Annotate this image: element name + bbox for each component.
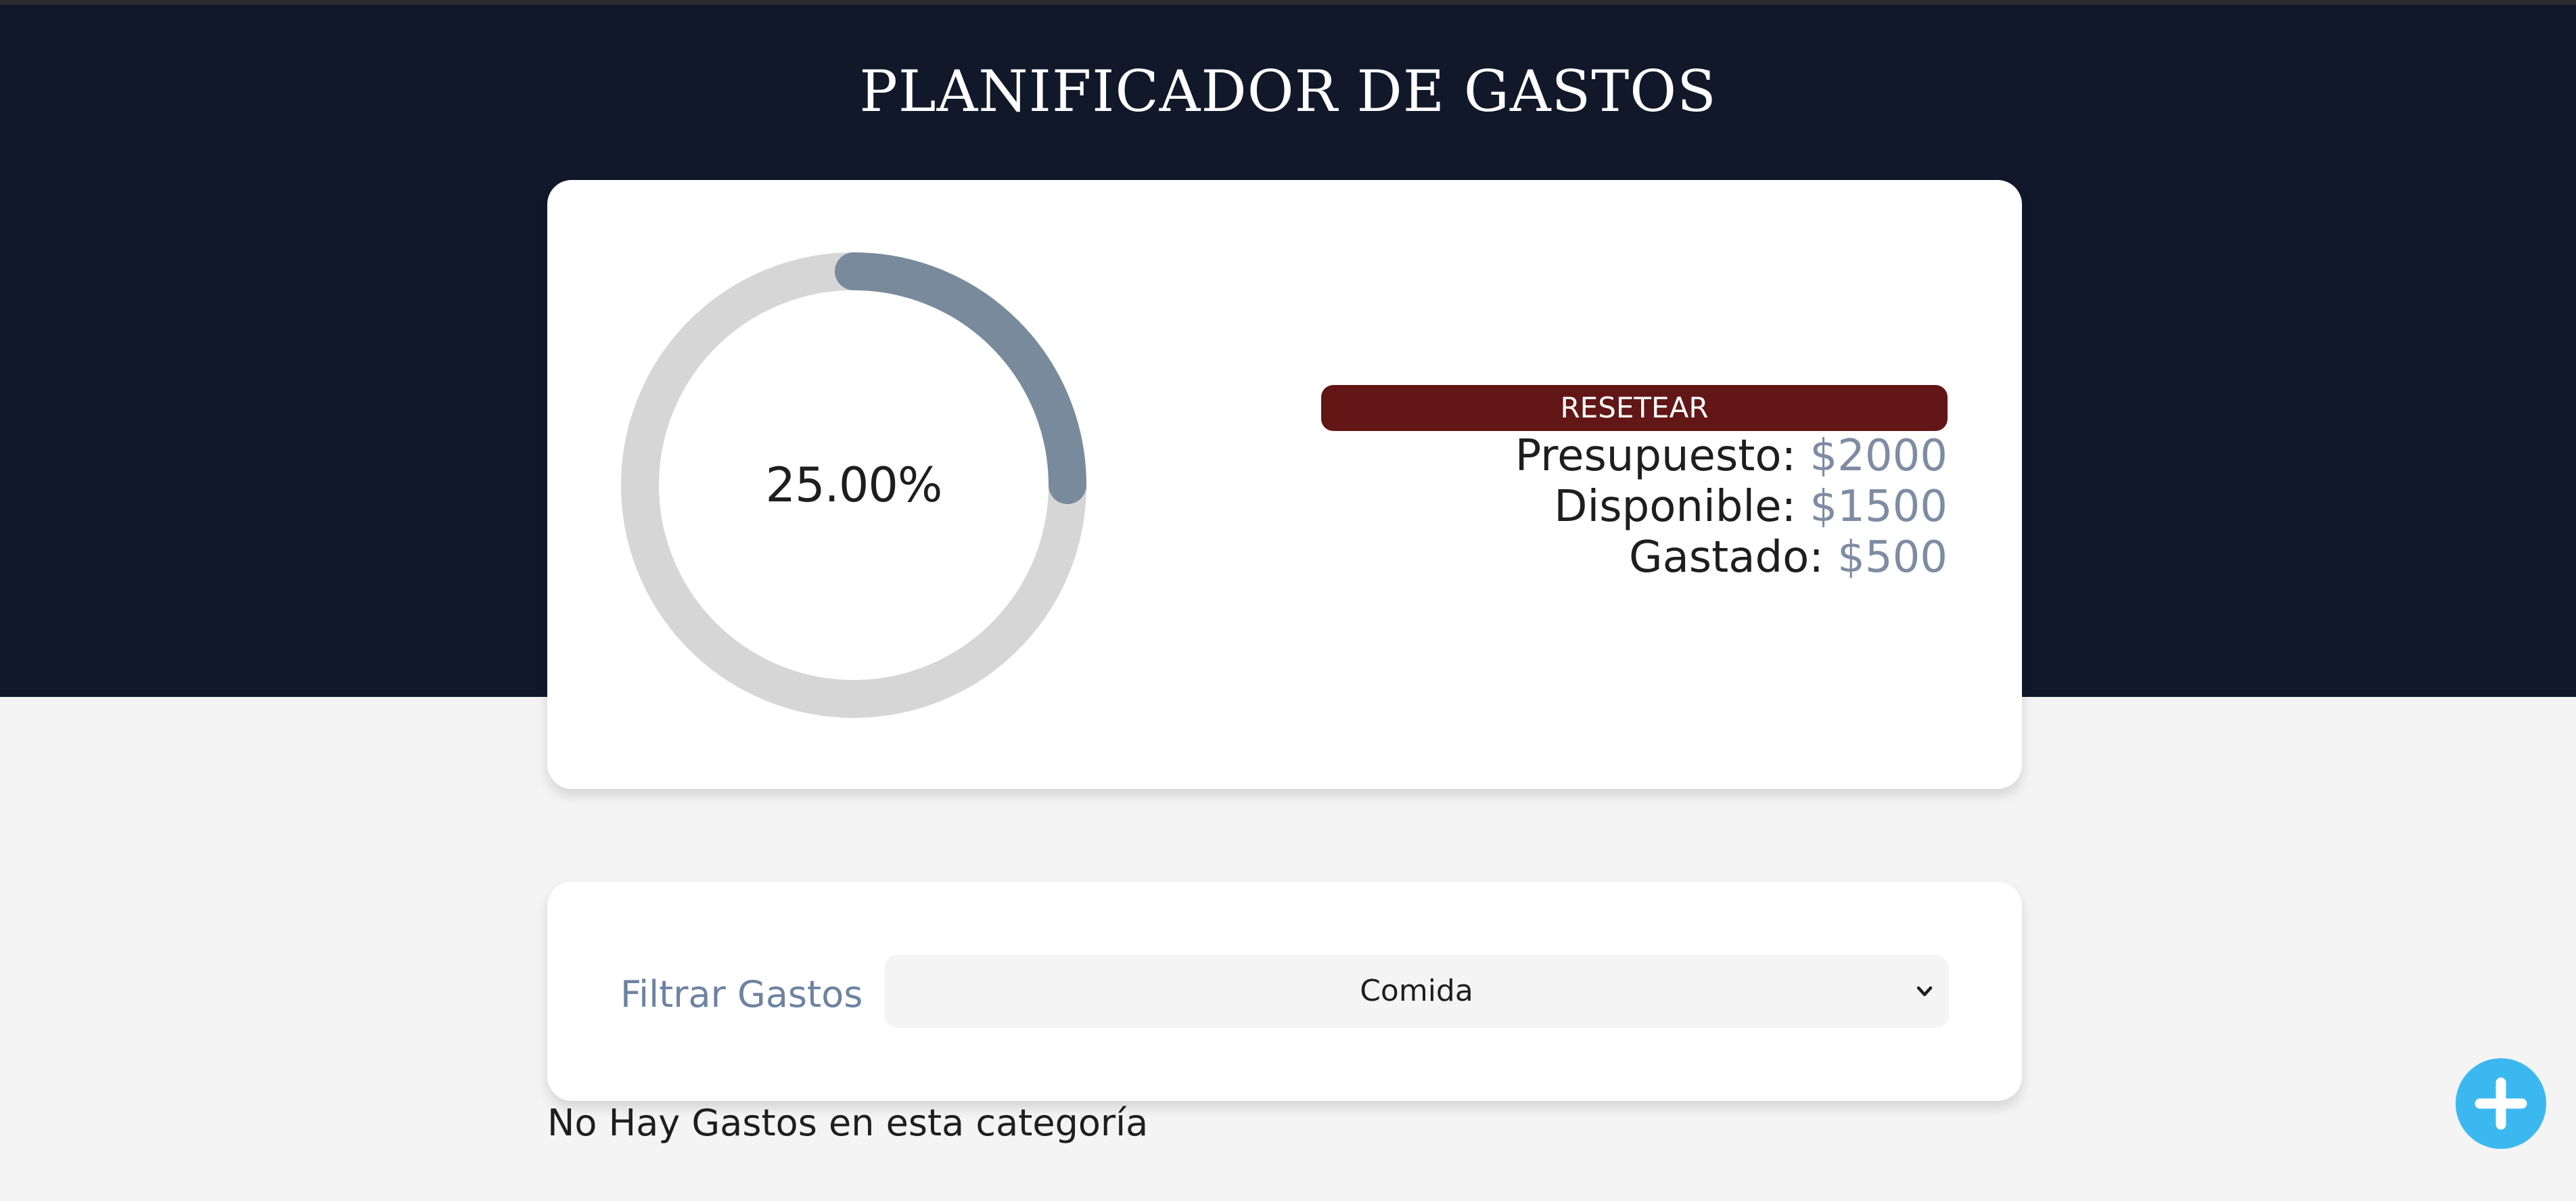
budget-spent-label: Gastado: [1628, 532, 1824, 583]
progress-donut: 25.00% [620, 252, 1087, 719]
filter-card: Filtrar Gastos Comida [547, 882, 2022, 1101]
budget-total-label: Presupuesto: [1515, 431, 1797, 481]
budget-spent-value: $500 [1837, 532, 1948, 583]
budget-available-value: $1500 [1810, 482, 1948, 532]
budget-spent-row: Gastado: $500 [1321, 532, 1948, 583]
category-filter-value: Comida [1360, 974, 1473, 1008]
budget-summary: RESETEAR Presupuesto: $2000 Disponible: … [1321, 385, 1948, 583]
window-top-border [0, 0, 2576, 5]
budget-card: 25.00% RESETEAR Presupuesto: $2000 Dispo… [547, 180, 2022, 789]
budget-total-value: $2000 [1810, 431, 1948, 481]
category-filter-select[interactable]: Comida [884, 955, 1949, 1028]
page-title: PLANIFICADOR DE GASTOS [859, 58, 1717, 124]
reset-button[interactable]: RESETEAR [1321, 385, 1948, 431]
budget-available-label: Disponible: [1554, 482, 1797, 532]
budget-total-row: Presupuesto: $2000 [1321, 431, 1948, 482]
plus-icon [2475, 1077, 2527, 1130]
budget-available-row: Disponible: $1500 [1321, 482, 1948, 532]
filter-label: Filtrar Gastos [620, 973, 863, 1016]
chevron-down-icon [1916, 986, 1933, 997]
progress-percent-text: 25.00% [765, 457, 943, 513]
empty-expenses-message: No Hay Gastos en esta categoría [547, 1102, 1149, 1144]
add-expense-button[interactable] [2456, 1058, 2546, 1149]
